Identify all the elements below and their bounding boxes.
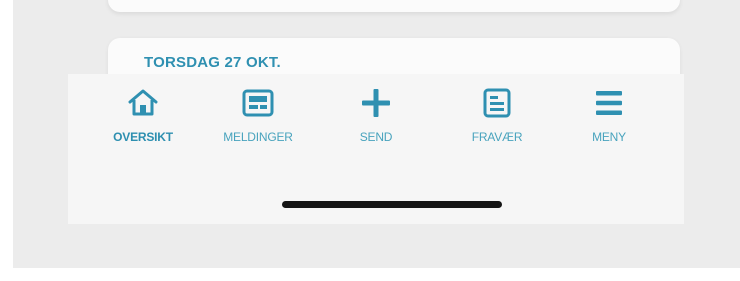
plus-icon [362,89,390,117]
absence-form-icon [483,88,511,118]
nav-label-fravaer: FRAVÆR [471,130,523,144]
photo-frame: TORSDAG 27 OKT. OVERSIKT MELDINGER SEND … [0,0,740,281]
day-heading: TORSDAG 27 OKT. [144,54,281,71]
home-icon [128,89,158,116]
nav-label-meny: MENY [592,130,626,144]
nav-label-meldinger: MELDINGER [223,130,293,144]
hamburger-menu-icon [596,91,622,115]
messages-icon [242,89,274,117]
nav-label-send: SEND [359,130,393,144]
nav-item-send[interactable]: SEND [321,86,431,158]
nav-item-meldinger[interactable]: MELDINGER [203,86,313,158]
home-indicator[interactable] [282,201,502,208]
previous-feed-card[interactable] [108,0,680,12]
nav-item-oversikt[interactable]: OVERSIKT [88,86,198,158]
nav-label-oversikt: OVERSIKT [113,130,173,144]
nav-item-fravaer[interactable]: FRAVÆR [442,86,552,158]
nav-item-meny[interactable]: MENY [554,86,664,158]
